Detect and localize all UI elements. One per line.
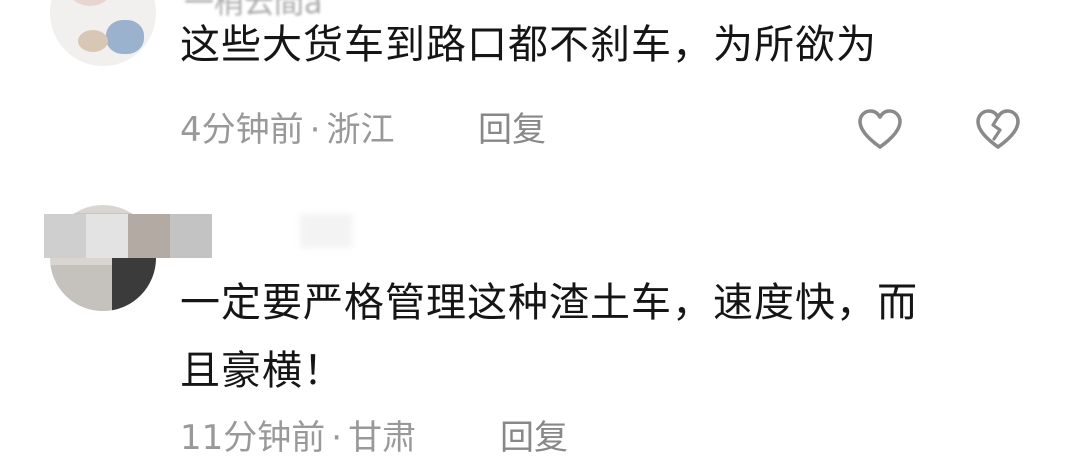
heart-icon: [858, 109, 902, 149]
username-smudge: [300, 214, 352, 248]
reply-button[interactable]: 回复: [478, 110, 546, 150]
comment-text: 一定要严格管理这种渣土车，速度快，而: [180, 280, 918, 326]
comment-meta: 4分钟前 · 浙江: [180, 110, 394, 150]
broken-heart-icon: [976, 109, 1020, 149]
comment-text-line2: 且豪横！: [180, 348, 344, 394]
meta-separator: ·: [309, 110, 321, 150]
dislike-button[interactable]: [974, 106, 1022, 154]
comment-meta: 11分钟前 · 甘肃: [180, 418, 416, 458]
username-redacted: [44, 214, 212, 258]
comment-time: 4分钟前: [180, 110, 304, 150]
comment-location: 甘肃: [348, 418, 417, 458]
comment-time: 11分钟前: [180, 418, 326, 458]
meta-separator: ·: [331, 418, 343, 458]
avatar[interactable]: [50, 0, 156, 66]
username[interactable]: 一梢云間ä: [184, 0, 322, 22]
comment-location: 浙江: [326, 110, 395, 150]
like-button[interactable]: [856, 106, 904, 154]
comment-text: 这些大货车到路口都不刹车，为所欲为: [180, 22, 877, 68]
reply-button[interactable]: 回复: [500, 418, 568, 458]
